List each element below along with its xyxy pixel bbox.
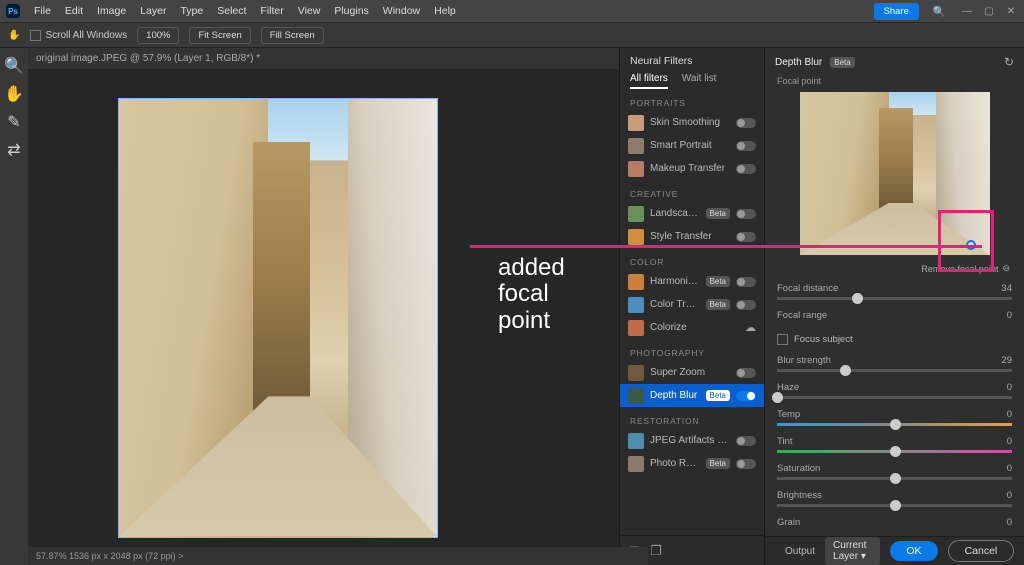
menu-edit[interactable]: Edit xyxy=(65,5,83,17)
fit-screen-button[interactable]: Fit Screen xyxy=(189,27,250,44)
document-tab[interactable]: original image.JPEG @ 57.9% (Layer 1, RG… xyxy=(28,48,619,70)
toggle[interactable] xyxy=(736,391,756,401)
menu-select[interactable]: Select xyxy=(217,5,246,17)
slider-brightness[interactable]: Brightness0 xyxy=(765,485,1024,512)
filter-photo-restoration[interactable]: Photo RestorationBeta xyxy=(620,452,764,475)
window-minimize-icon[interactable]: — xyxy=(960,5,974,17)
eyedropper-tool-icon[interactable]: ✎ xyxy=(4,112,24,132)
hand-tool-icon[interactable]: ✋ xyxy=(8,30,20,41)
toggle[interactable] xyxy=(736,232,756,242)
toggle[interactable] xyxy=(736,459,756,469)
app-logo: Ps xyxy=(6,4,20,18)
search-icon[interactable]: 🔍 xyxy=(933,5,946,18)
filter-depth-blur[interactable]: Depth BlurBeta xyxy=(620,384,764,407)
download-icon[interactable]: ☁ xyxy=(745,321,756,334)
slider-grain[interactable]: Grain0 xyxy=(765,512,1024,536)
filter-harmonization[interactable]: HarmonizationBeta xyxy=(620,270,764,293)
app-menubar: Ps File Edit Image Layer Type Select Fil… xyxy=(0,0,1024,22)
menu-type[interactable]: Type xyxy=(180,5,203,17)
slider-haze[interactable]: Haze0 xyxy=(765,377,1024,404)
focal-point-label: Focal point xyxy=(765,76,1024,86)
filter-skin-smoothing[interactable]: Skin Smoothing xyxy=(620,111,764,134)
panel-title: Neural Filters xyxy=(620,48,764,69)
toggle[interactable] xyxy=(736,164,756,174)
slider-temp[interactable]: Temp0 xyxy=(765,404,1024,431)
slider-saturation[interactable]: Saturation0 xyxy=(765,458,1024,485)
window-close-icon[interactable]: ✕ xyxy=(1004,5,1018,17)
toggle[interactable] xyxy=(736,118,756,128)
canvas[interactable]: addedfocalpoint 57.87% 1536 px x 2048 px… xyxy=(28,70,619,565)
filter-color-transfer[interactable]: Color TransferBeta xyxy=(620,293,764,316)
window-maximize-icon[interactable]: ▢ xyxy=(982,5,996,17)
category-portraits: PORTRAITS xyxy=(620,89,764,111)
zoom-tool-icon[interactable]: 🔍 xyxy=(4,56,24,76)
toggle[interactable] xyxy=(736,436,756,446)
slider-focal-range[interactable]: Focal range0 xyxy=(765,305,1024,329)
menu-view[interactable]: View xyxy=(298,5,321,17)
neural-filters-panel: Neural Filters All filters Wait list POR… xyxy=(619,48,1024,565)
remove-icon: ⊖ xyxy=(1002,263,1010,274)
filter-colorize[interactable]: Colorize☁ xyxy=(620,316,764,339)
category-restoration: RESTORATION xyxy=(620,407,764,429)
menu-plugins[interactable]: Plugins xyxy=(334,5,368,17)
ok-button[interactable]: OK xyxy=(890,541,937,561)
filter-jpeg-artifacts[interactable]: JPEG Artifacts Removal xyxy=(620,429,764,452)
filter-title: Depth Blur xyxy=(775,57,822,68)
hand-tool-icon[interactable]: ✋ xyxy=(4,84,24,104)
document-area: original image.JPEG @ 57.9% (Layer 1, RG… xyxy=(28,48,619,565)
fill-screen-button[interactable]: Fill Screen xyxy=(261,27,324,44)
canvas-image xyxy=(118,98,438,538)
slider-blur-strength[interactable]: Blur strength29 xyxy=(765,350,1024,377)
focus-subject-checkbox[interactable]: Focus subject xyxy=(765,329,1024,350)
menu-help[interactable]: Help xyxy=(434,5,456,17)
category-photography: PHOTOGRAPHY xyxy=(620,339,764,361)
status-bar: 57.87% 1536 px x 2048 px (72 ppi) > xyxy=(28,547,648,565)
category-color: COLOR xyxy=(620,248,764,270)
beta-badge: Beta xyxy=(830,57,854,68)
output-select[interactable]: Current Layer ▾ xyxy=(825,537,880,565)
annotation-label: addedfocalpoint xyxy=(498,255,565,334)
slider-tint[interactable]: Tint0 xyxy=(765,431,1024,458)
tab-all-filters[interactable]: All filters xyxy=(630,73,668,89)
tools-panel: 🔍 ✋ ✎ ⇄ xyxy=(0,48,28,565)
chevron-down-icon: ▾ xyxy=(861,551,866,562)
filter-smart-portrait[interactable]: Smart Portrait xyxy=(620,134,764,157)
layers-output-icon[interactable]: ❐ xyxy=(650,543,662,559)
toggle[interactable] xyxy=(736,277,756,287)
cancel-button[interactable]: Cancel xyxy=(948,540,1015,562)
scroll-all-checkbox[interactable]: Scroll All Windows xyxy=(30,30,127,41)
tab-wait-list[interactable]: Wait list xyxy=(682,73,717,89)
options-bar: ✋ Scroll All Windows 100% Fit Screen Fil… xyxy=(0,22,1024,48)
menu-filter[interactable]: Filter xyxy=(260,5,283,17)
swap-colors-icon[interactable]: ⇄ xyxy=(4,140,24,160)
share-button[interactable]: Share xyxy=(874,3,919,20)
menu-layer[interactable]: Layer xyxy=(140,5,166,17)
annotation-arrow-line xyxy=(470,245,982,248)
zoom-100-button[interactable]: 100% xyxy=(137,27,179,44)
preview-image[interactable] xyxy=(800,92,990,255)
menu-file[interactable]: File xyxy=(34,5,51,17)
annotation-focal-box xyxy=(938,210,994,272)
toggle[interactable] xyxy=(736,209,756,219)
output-label: Output xyxy=(785,546,815,557)
filter-super-zoom[interactable]: Super Zoom xyxy=(620,361,764,384)
slider-focal-distance[interactable]: Focal distance34 xyxy=(765,278,1024,305)
toggle[interactable] xyxy=(736,141,756,151)
toggle[interactable] xyxy=(736,368,756,378)
toggle[interactable] xyxy=(736,300,756,310)
filter-makeup-transfer[interactable]: Makeup Transfer xyxy=(620,157,764,180)
category-creative: CREATIVE xyxy=(620,180,764,202)
menu-window[interactable]: Window xyxy=(383,5,420,17)
filter-landscape-mixer[interactable]: Landscape MixerBeta xyxy=(620,202,764,225)
menu-image[interactable]: Image xyxy=(97,5,126,17)
reset-icon[interactable]: ↻ xyxy=(1004,55,1014,69)
